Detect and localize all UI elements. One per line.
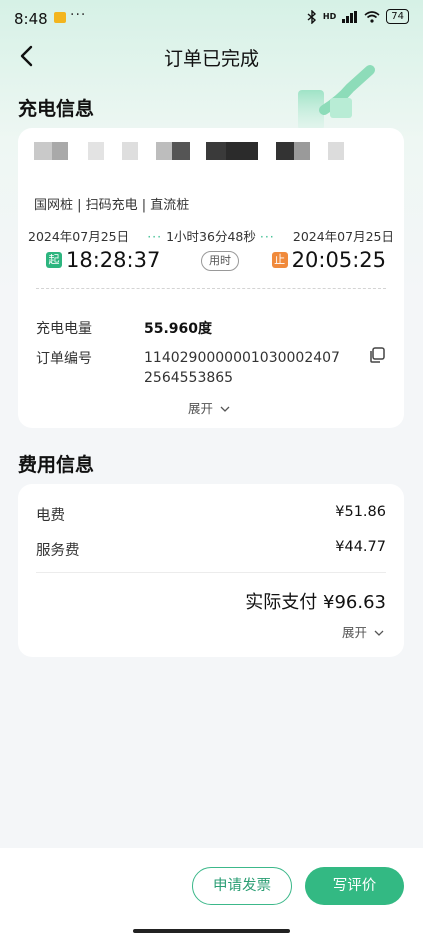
start-time-group: 起 18:28:37 — [46, 248, 160, 272]
notification-icon — [54, 12, 66, 23]
end-time: 20:05:25 — [291, 248, 386, 272]
end-badge: 止 — [271, 252, 288, 268]
chevron-down-icon — [220, 406, 230, 412]
energy-label: 充电电量 — [36, 321, 92, 337]
chevron-down-icon — [374, 630, 384, 636]
redacted-station-name — [34, 142, 344, 160]
home-indicator[interactable] — [133, 929, 290, 933]
charge-info-title: 充电信息 — [18, 98, 95, 120]
charge-expand-label: 展开 — [188, 401, 214, 416]
more-notifications-icon: ··· — [70, 7, 87, 23]
charge-info-card: 国网桩 | 扫码充电 | 直流桩 2024年07月25日 ··· 1小时36分4… — [18, 128, 404, 428]
fee-info-card: 电费 ¥51.86 服务费 ¥44.77 实际支付 ¥96.63 展开 — [18, 484, 404, 657]
order-label: 订单编号 — [36, 351, 92, 367]
service-fee-value: ¥44.77 — [335, 539, 386, 555]
wifi-icon — [364, 10, 380, 23]
status-icons: HD 74 — [307, 9, 409, 24]
energy-value: 55.960度 — [144, 321, 213, 337]
status-bar: 8:48 ··· HD 74 — [0, 0, 423, 34]
duration-value: 1小时36分48秒 — [166, 229, 256, 244]
time-row: 起 18:28:37 用时 止 20:05:25 — [28, 248, 394, 276]
write-review-button[interactable]: 写评价 — [305, 867, 404, 905]
total-paid: 实际支付 ¥96.63 — [245, 592, 386, 613]
fee-expand-toggle[interactable]: 展开 — [342, 622, 384, 641]
signal-icon — [342, 10, 358, 23]
order-number: 11402900000010300024072564553865 — [144, 350, 340, 386]
fee-divider — [36, 572, 386, 573]
service-fee-label: 服务费 — [36, 543, 80, 559]
signal-hd-label: HD — [322, 12, 337, 21]
copy-icon[interactable] — [368, 346, 386, 364]
apply-invoice-button[interactable]: 申请发票 — [192, 867, 292, 905]
electricity-fee-value: ¥51.86 — [335, 504, 386, 520]
battery-icon: 74 — [386, 9, 409, 24]
end-time-group: 止 20:05:25 — [271, 248, 386, 272]
fee-info-title: 费用信息 — [18, 454, 95, 476]
start-badge: 起 — [46, 252, 62, 268]
end-date: 2024年07月25日 — [292, 229, 394, 244]
dashed-divider — [36, 288, 386, 289]
fee-expand-label: 展开 — [342, 625, 368, 640]
used-time-pill: 用时 — [201, 251, 239, 271]
status-time: 8:48 — [14, 10, 48, 28]
bottom-action-bar: 申请发票 写评价 — [0, 848, 423, 939]
station-tags: 国网桩 | 扫码充电 | 直流桩 — [34, 198, 190, 213]
start-time: 18:28:37 — [66, 248, 161, 272]
bluetooth-icon — [307, 9, 316, 24]
electricity-fee-label: 电费 — [36, 508, 65, 524]
charge-expand-toggle[interactable]: 展开 — [188, 398, 230, 417]
